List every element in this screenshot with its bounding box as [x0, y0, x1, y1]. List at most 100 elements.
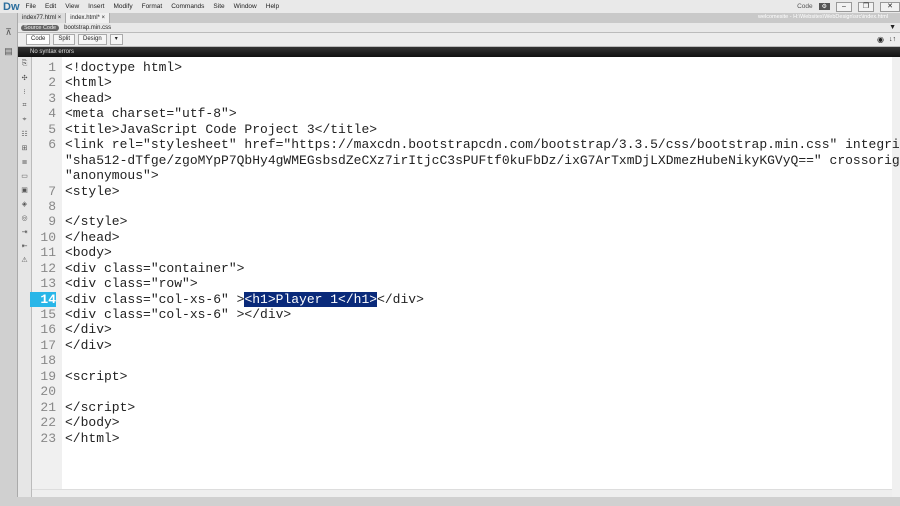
- code-line[interactable]: 8: [32, 199, 900, 214]
- code-text: <title>JavaScript Code Project 3</title>: [65, 121, 378, 137]
- line-numbers-icon[interactable]: ☷: [21, 130, 28, 141]
- code-line[interactable]: 11 <body>: [32, 245, 900, 260]
- code-line[interactable]: 5 <title>JavaScript Code Project 3</title…: [32, 122, 900, 137]
- code-text: </div>: [65, 337, 112, 353]
- code-line[interactable]: 15 <div class="col-xs-6" ></div>: [32, 307, 900, 322]
- status-bar: No syntax errors: [18, 47, 900, 57]
- line-number: 17: [40, 337, 56, 353]
- code-line[interactable]: 19 <script>: [32, 369, 900, 384]
- code-text: <!doctype html>: [65, 60, 183, 75]
- code-line[interactable]: 20: [32, 384, 900, 399]
- restore-button[interactable]: ❐: [858, 1, 874, 12]
- uncomment-icon[interactable]: ▣: [21, 186, 28, 197]
- workspace-switcher[interactable]: Code: [797, 3, 813, 10]
- menu-item[interactable]: Modify: [113, 3, 132, 10]
- line-number: 15: [40, 307, 56, 322]
- minimize-button[interactable]: –: [836, 1, 852, 12]
- tab[interactable]: index.html* ×: [66, 13, 111, 23]
- document-toolbar: Code Split Design ▾ ◉ ↓↑: [18, 33, 900, 47]
- menu-item[interactable]: Format: [142, 3, 163, 10]
- bottom-bar: [0, 497, 900, 506]
- close-tab-icon[interactable]: ×: [100, 15, 106, 21]
- menu-item[interactable]: View: [65, 3, 79, 10]
- code-line[interactable]: 9 </style>: [32, 214, 900, 229]
- code-text: "anonymous">: [65, 168, 159, 184]
- menu-item[interactable]: Commands: [171, 3, 204, 10]
- line-number: 20: [40, 384, 56, 400]
- collapse-icon[interactable]: ✣: [21, 74, 28, 85]
- code-line[interactable]: 3 <head>: [32, 91, 900, 106]
- related-file[interactable]: bootstrap.min.css: [64, 25, 111, 31]
- source-code-button[interactable]: Source Code: [21, 24, 60, 31]
- close-button[interactable]: ✕: [880, 1, 900, 12]
- menu-item[interactable]: Insert: [88, 3, 104, 10]
- design-view-button[interactable]: Design: [78, 34, 107, 45]
- code-lines[interactable]: 1 <!doctype html> 2 <html> 3 <head> 4 <meta cha…: [30, 60, 900, 446]
- menu-item[interactable]: Window: [234, 3, 257, 10]
- line-number: 11: [40, 245, 56, 261]
- code-line[interactable]: 21 </script>: [32, 400, 900, 415]
- wrap-icon[interactable]: ≣: [21, 158, 28, 169]
- menu-item[interactable]: Help: [266, 3, 279, 10]
- code-line[interactable]: 1 <!doctype html>: [32, 60, 900, 75]
- selected-text[interactable]: <h1>Player 1</h1>: [244, 291, 378, 307]
- outdent-icon[interactable]: ⇤: [21, 242, 28, 253]
- code-line[interactable]: 14 <div class="col-xs-6" > <h1>Player 1</h…: [30, 291, 900, 307]
- sitemap-icon[interactable]: ⊼: [0, 27, 17, 38]
- code-line[interactable]: 6 <link rel="stylesheet" href="https://ma…: [32, 137, 900, 152]
- format-icon[interactable]: ⚠: [21, 256, 28, 267]
- snippet-icon[interactable]: ◈: [21, 200, 28, 211]
- highlight-icon[interactable]: ⊞: [21, 144, 28, 155]
- code-text: <div class="row">: [65, 276, 198, 292]
- horizontal-scrollbar[interactable]: [32, 489, 892, 497]
- menu-item[interactable]: Edit: [45, 3, 56, 10]
- line-number: [32, 153, 56, 168]
- code-text: <link rel="stylesheet" href="https://max…: [65, 137, 900, 153]
- menu-item[interactable]: File: [26, 3, 36, 10]
- code-text: </head>: [65, 229, 120, 245]
- code-line[interactable]: 16 </div>: [32, 322, 900, 337]
- code-line[interactable]: 23 </html>: [32, 431, 900, 446]
- close-tab-icon[interactable]: ×: [56, 15, 62, 21]
- tab[interactable]: index77.html ×: [18, 13, 67, 23]
- tab-label: index.html*: [70, 15, 100, 21]
- main-menu: File Edit View Insert Modify Format Commands Si…: [26, 3, 289, 10]
- code-line[interactable]: 10 </head>: [32, 230, 900, 245]
- split-view-button[interactable]: Split: [53, 34, 76, 45]
- menu-item[interactable]: Site: [213, 3, 224, 10]
- code-line[interactable]: 18: [32, 353, 900, 368]
- line-number: 16: [40, 322, 56, 338]
- tab-label: index77.html: [22, 15, 57, 21]
- code-line[interactable]: 17 </div>: [32, 338, 900, 353]
- filter-icon[interactable]: ▼: [889, 24, 896, 31]
- line-number: 3: [48, 90, 56, 106]
- code-line[interactable]: 2 <html>: [32, 75, 900, 90]
- code-line[interactable]: 22 </body>: [32, 415, 900, 430]
- code-line[interactable]: 12 <div class="container">: [32, 261, 900, 276]
- code-text: <style>: [65, 183, 120, 199]
- expand-icon[interactable]: ⁝: [21, 88, 28, 99]
- line-number: 12: [40, 260, 56, 276]
- code-line[interactable]: "anonymous">: [32, 168, 900, 183]
- code-line[interactable]: 4 <meta charset="utf-8">: [32, 106, 900, 121]
- select-parent-icon[interactable]: ⌗: [21, 102, 28, 113]
- globe-icon[interactable]: ◉: [877, 35, 884, 44]
- code-line[interactable]: "sha512-dTfge/zgoMYpP7QbHy4gWMEGsbsdZeCX…: [32, 153, 900, 168]
- code-text: <head>: [65, 90, 112, 106]
- move-css-icon[interactable]: ◎: [21, 214, 28, 225]
- view-dropdown[interactable]: ▾: [109, 34, 123, 45]
- line-number: 9: [48, 214, 56, 230]
- comment-icon[interactable]: ▭: [21, 172, 28, 183]
- code-view-button[interactable]: Code: [26, 34, 51, 45]
- sort-icon[interactable]: ↓↑: [889, 36, 896, 43]
- line-number: 14: [30, 291, 56, 307]
- balance-braces-icon[interactable]: ⌖: [21, 116, 28, 127]
- open-documents-icon[interactable]: ⎘: [21, 60, 28, 71]
- line-number: 19: [40, 368, 56, 384]
- code-line[interactable]: 7 <style>: [32, 184, 900, 199]
- code-line[interactable]: 13 <div class="row">: [32, 276, 900, 291]
- gear-icon[interactable]: ⚙: [818, 3, 830, 10]
- left-panel: ⊼ ▤: [0, 13, 18, 506]
- indent-icon[interactable]: ⇥: [21, 228, 28, 239]
- file-icon[interactable]: ▤: [0, 46, 17, 57]
